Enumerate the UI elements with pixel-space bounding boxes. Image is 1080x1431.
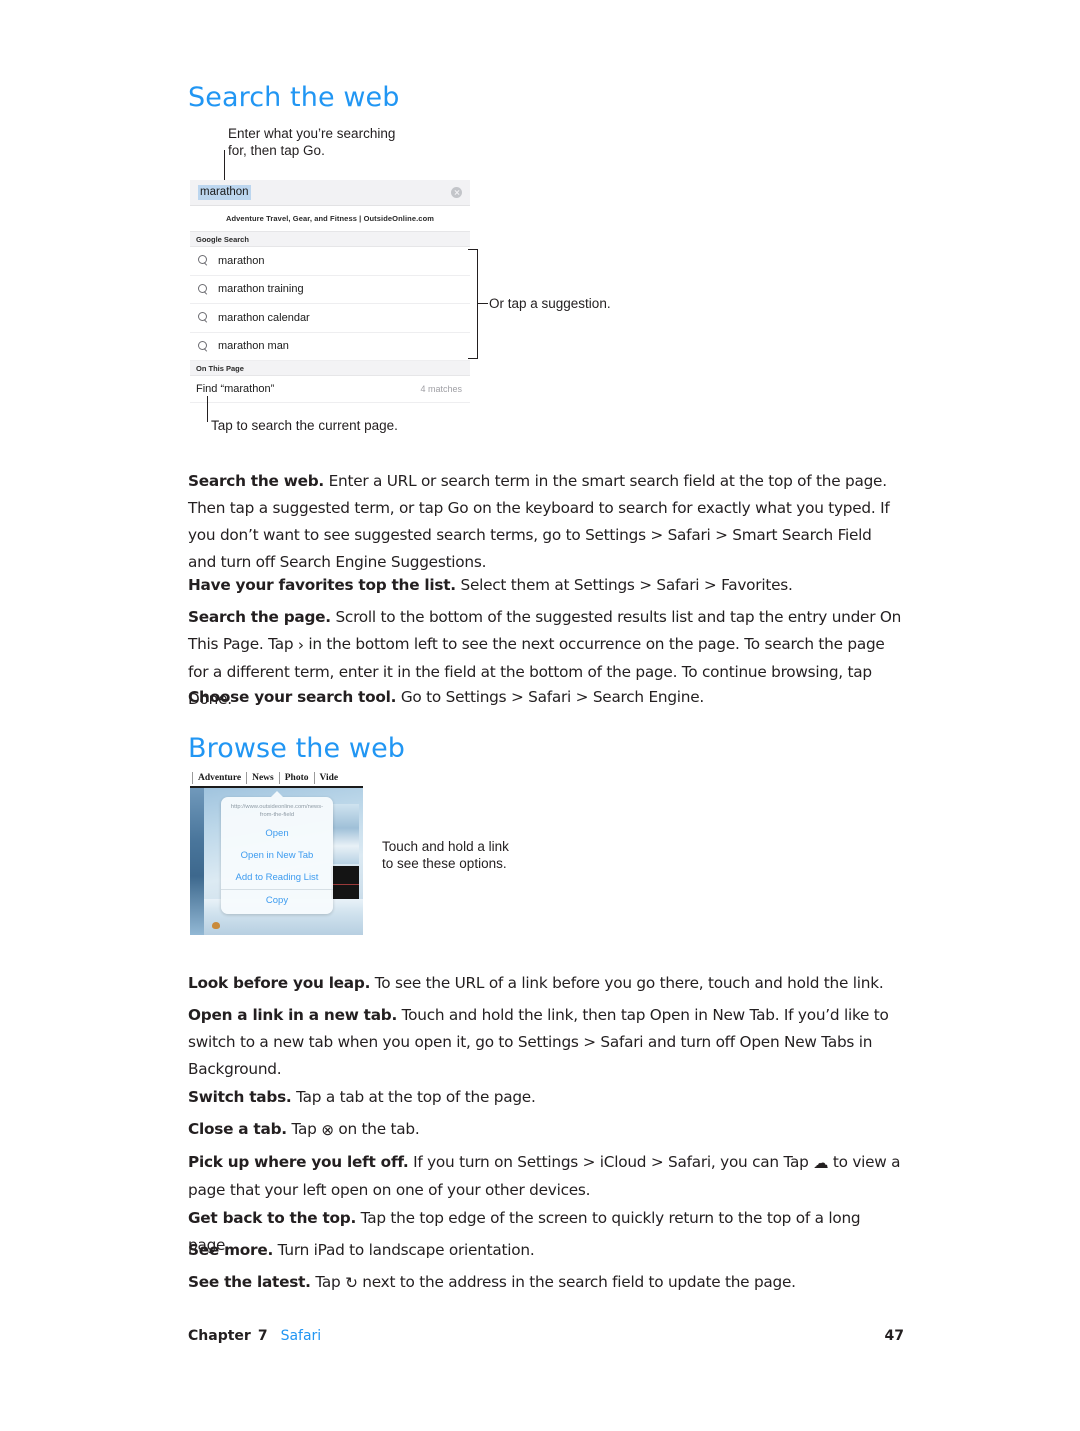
paragraph-text: Tap bbox=[310, 1273, 346, 1292]
suggestion-row[interactable]: marathon bbox=[190, 247, 470, 276]
callout-touch-and-hold-a-link: Touch and hold a link to see these optio… bbox=[382, 839, 509, 871]
menu-item-add-to-reading-list[interactable]: Add to Reading List bbox=[221, 867, 333, 889]
callout-leader-line bbox=[207, 396, 208, 422]
paragraph-text: To see the URL of a link before you go t… bbox=[370, 974, 884, 993]
photo-detail bbox=[212, 922, 220, 929]
callout-tap-to-search-current-page: Tap to search the current page. bbox=[211, 418, 398, 433]
photo-thumbnail bbox=[331, 866, 359, 902]
search-icon bbox=[198, 312, 209, 323]
suggestion-row[interactable]: marathon man bbox=[190, 332, 470, 361]
search-icon bbox=[198, 340, 209, 352]
suggestion-label: marathon calendar bbox=[218, 311, 310, 324]
group-header-on-this-page: On This Page bbox=[190, 361, 470, 376]
clear-circle-icon[interactable] bbox=[451, 187, 462, 198]
search-icon bbox=[198, 283, 209, 295]
tab-news[interactable]: News bbox=[246, 772, 279, 784]
icloud-tabs-icon: ☁ bbox=[813, 1154, 829, 1173]
paragraph-lead: See more. bbox=[188, 1241, 274, 1260]
photo-thumbnail bbox=[331, 804, 359, 864]
search-icon bbox=[198, 255, 209, 266]
paragraph-favorites-top-list: Have your favorites top the list. Select… bbox=[188, 572, 904, 599]
paragraph-search-the-web: Search the web. Enter a URL or search te… bbox=[188, 468, 904, 576]
paragraph-lead: See the latest. bbox=[188, 1273, 311, 1292]
page-footer: Chapter 7 Safari 47 bbox=[188, 1328, 904, 1344]
smart-search-bar[interactable]: marathon bbox=[190, 180, 470, 206]
footer-chapter-name[interactable]: Safari bbox=[281, 1328, 322, 1344]
top-hit-title[interactable]: Adventure Travel, Gear, and Fitness | Ou… bbox=[190, 206, 470, 232]
paragraph-lead: Pick up where you left off. bbox=[188, 1153, 409, 1172]
paragraph-text: If you turn on Settings > iCloud > Safar… bbox=[408, 1153, 814, 1172]
paragraph-lead: Search the web. bbox=[188, 472, 324, 491]
paragraph-text: Tap a tab at the top of the page. bbox=[291, 1088, 536, 1107]
paragraph-see-the-latest: See the latest. Tap ↻ next to the addres… bbox=[188, 1269, 904, 1297]
suggestion-label: marathon man bbox=[218, 340, 289, 353]
paragraph-lead: Look before you leap. bbox=[188, 974, 371, 993]
smart-search-field-mockup: marathon Adventure Travel, Gear, and Fit… bbox=[190, 180, 470, 403]
callout-or-tap-a-suggestion: Or tap a suggestion. bbox=[489, 296, 611, 311]
paragraph-lead: Close a tab. bbox=[188, 1120, 287, 1139]
link-url-preview: http://www.outsideonline.com/news-from-t… bbox=[230, 804, 324, 818]
suggestion-label: marathon bbox=[218, 254, 265, 267]
paragraph-text: Tap bbox=[286, 1120, 322, 1139]
menu-item-open-in-new-tab[interactable]: Open in New Tab bbox=[221, 845, 333, 867]
find-on-page-label: Find “marathon” bbox=[196, 383, 275, 395]
paragraph-see-more: See more. Turn iPad to landscape orienta… bbox=[188, 1237, 904, 1264]
footer-chapter-label: Chapter bbox=[188, 1328, 251, 1344]
page-title-browse-the-web: Browse the web bbox=[188, 733, 406, 764]
suggestion-label: marathon training bbox=[218, 283, 304, 296]
browse-the-web-mockup: Adventure News Photo Vide http://www.out… bbox=[190, 770, 363, 935]
tab-adventure[interactable]: Adventure bbox=[192, 772, 246, 784]
paragraph-text: Go to Settings > Safari > Search Engine. bbox=[396, 688, 705, 707]
callout-enter-search-text: Enter what you’re searching for, then ta… bbox=[228, 126, 396, 158]
suggestion-row[interactable]: marathon calendar bbox=[190, 304, 470, 333]
paragraph-open-link-new-tab: Open a link in a new tab. Touch and hold… bbox=[188, 1002, 904, 1083]
callout-bracket bbox=[468, 249, 478, 359]
paragraph-text: Turn iPad to landscape orientation. bbox=[273, 1241, 535, 1260]
find-on-page-row[interactable]: Find “marathon” 4 matches bbox=[190, 376, 470, 403]
paragraph-lead: Switch tabs. bbox=[188, 1088, 292, 1107]
paragraph-text: next to the address in the search field … bbox=[357, 1273, 796, 1292]
refresh-icon: ↻ bbox=[345, 1274, 358, 1293]
paragraph-text: on the tab. bbox=[333, 1120, 420, 1139]
link-action-sheet: http://www.outsideonline.com/news-from-t… bbox=[221, 791, 333, 914]
paragraph-switch-tabs: Switch tabs. Tap a tab at the top of the… bbox=[188, 1084, 904, 1111]
footer-chapter-number: 7 bbox=[257, 1328, 268, 1344]
paragraph-lead: Search the page. bbox=[188, 608, 331, 627]
footer-page-number: 47 bbox=[884, 1328, 904, 1344]
find-match-count: 4 matches bbox=[420, 384, 462, 394]
group-header-google-search: Google Search bbox=[190, 232, 470, 247]
search-input-value: marathon bbox=[198, 185, 251, 200]
paragraph-lead: Open a link in a new tab. bbox=[188, 1006, 398, 1025]
search-input[interactable]: marathon bbox=[198, 184, 451, 201]
manual-page: Search the web Enter what you’re searchi… bbox=[0, 0, 1080, 1431]
paragraph-choose-search-tool: Choose your search tool. Go to Settings … bbox=[188, 684, 904, 711]
menu-item-open[interactable]: Open bbox=[221, 823, 333, 845]
page-title-search-the-web: Search the web bbox=[188, 82, 400, 113]
suggestion-row[interactable]: marathon training bbox=[190, 275, 470, 304]
paragraph-close-a-tab: Close a tab. Tap ⊗ on the tab. bbox=[188, 1116, 904, 1144]
safari-tab-bar: Adventure News Photo Vide bbox=[190, 770, 363, 788]
paragraph-lead: Have your favorites top the list. bbox=[188, 576, 456, 595]
paragraph-text: Select them at Settings > Safari > Favor… bbox=[455, 576, 793, 595]
close-circle-icon: ⊗ bbox=[321, 1121, 334, 1140]
menu-item-copy[interactable]: Copy bbox=[221, 889, 333, 912]
paragraph-lead: Choose your search tool. bbox=[188, 688, 397, 707]
paragraph-pick-up-where-you-left-off: Pick up where you left off. If you turn … bbox=[188, 1149, 904, 1204]
callout-bracket-stem bbox=[478, 303, 488, 304]
tab-photo[interactable]: Photo bbox=[278, 772, 314, 784]
tab-video[interactable]: Vide bbox=[313, 772, 344, 784]
paragraph-lead: Get back to the top. bbox=[188, 1209, 357, 1228]
webpage-canvas: http://www.outsideonline.com/news-from-t… bbox=[190, 788, 363, 935]
paragraph-look-before-you-leap: Look before you leap. To see the URL of … bbox=[188, 970, 904, 997]
